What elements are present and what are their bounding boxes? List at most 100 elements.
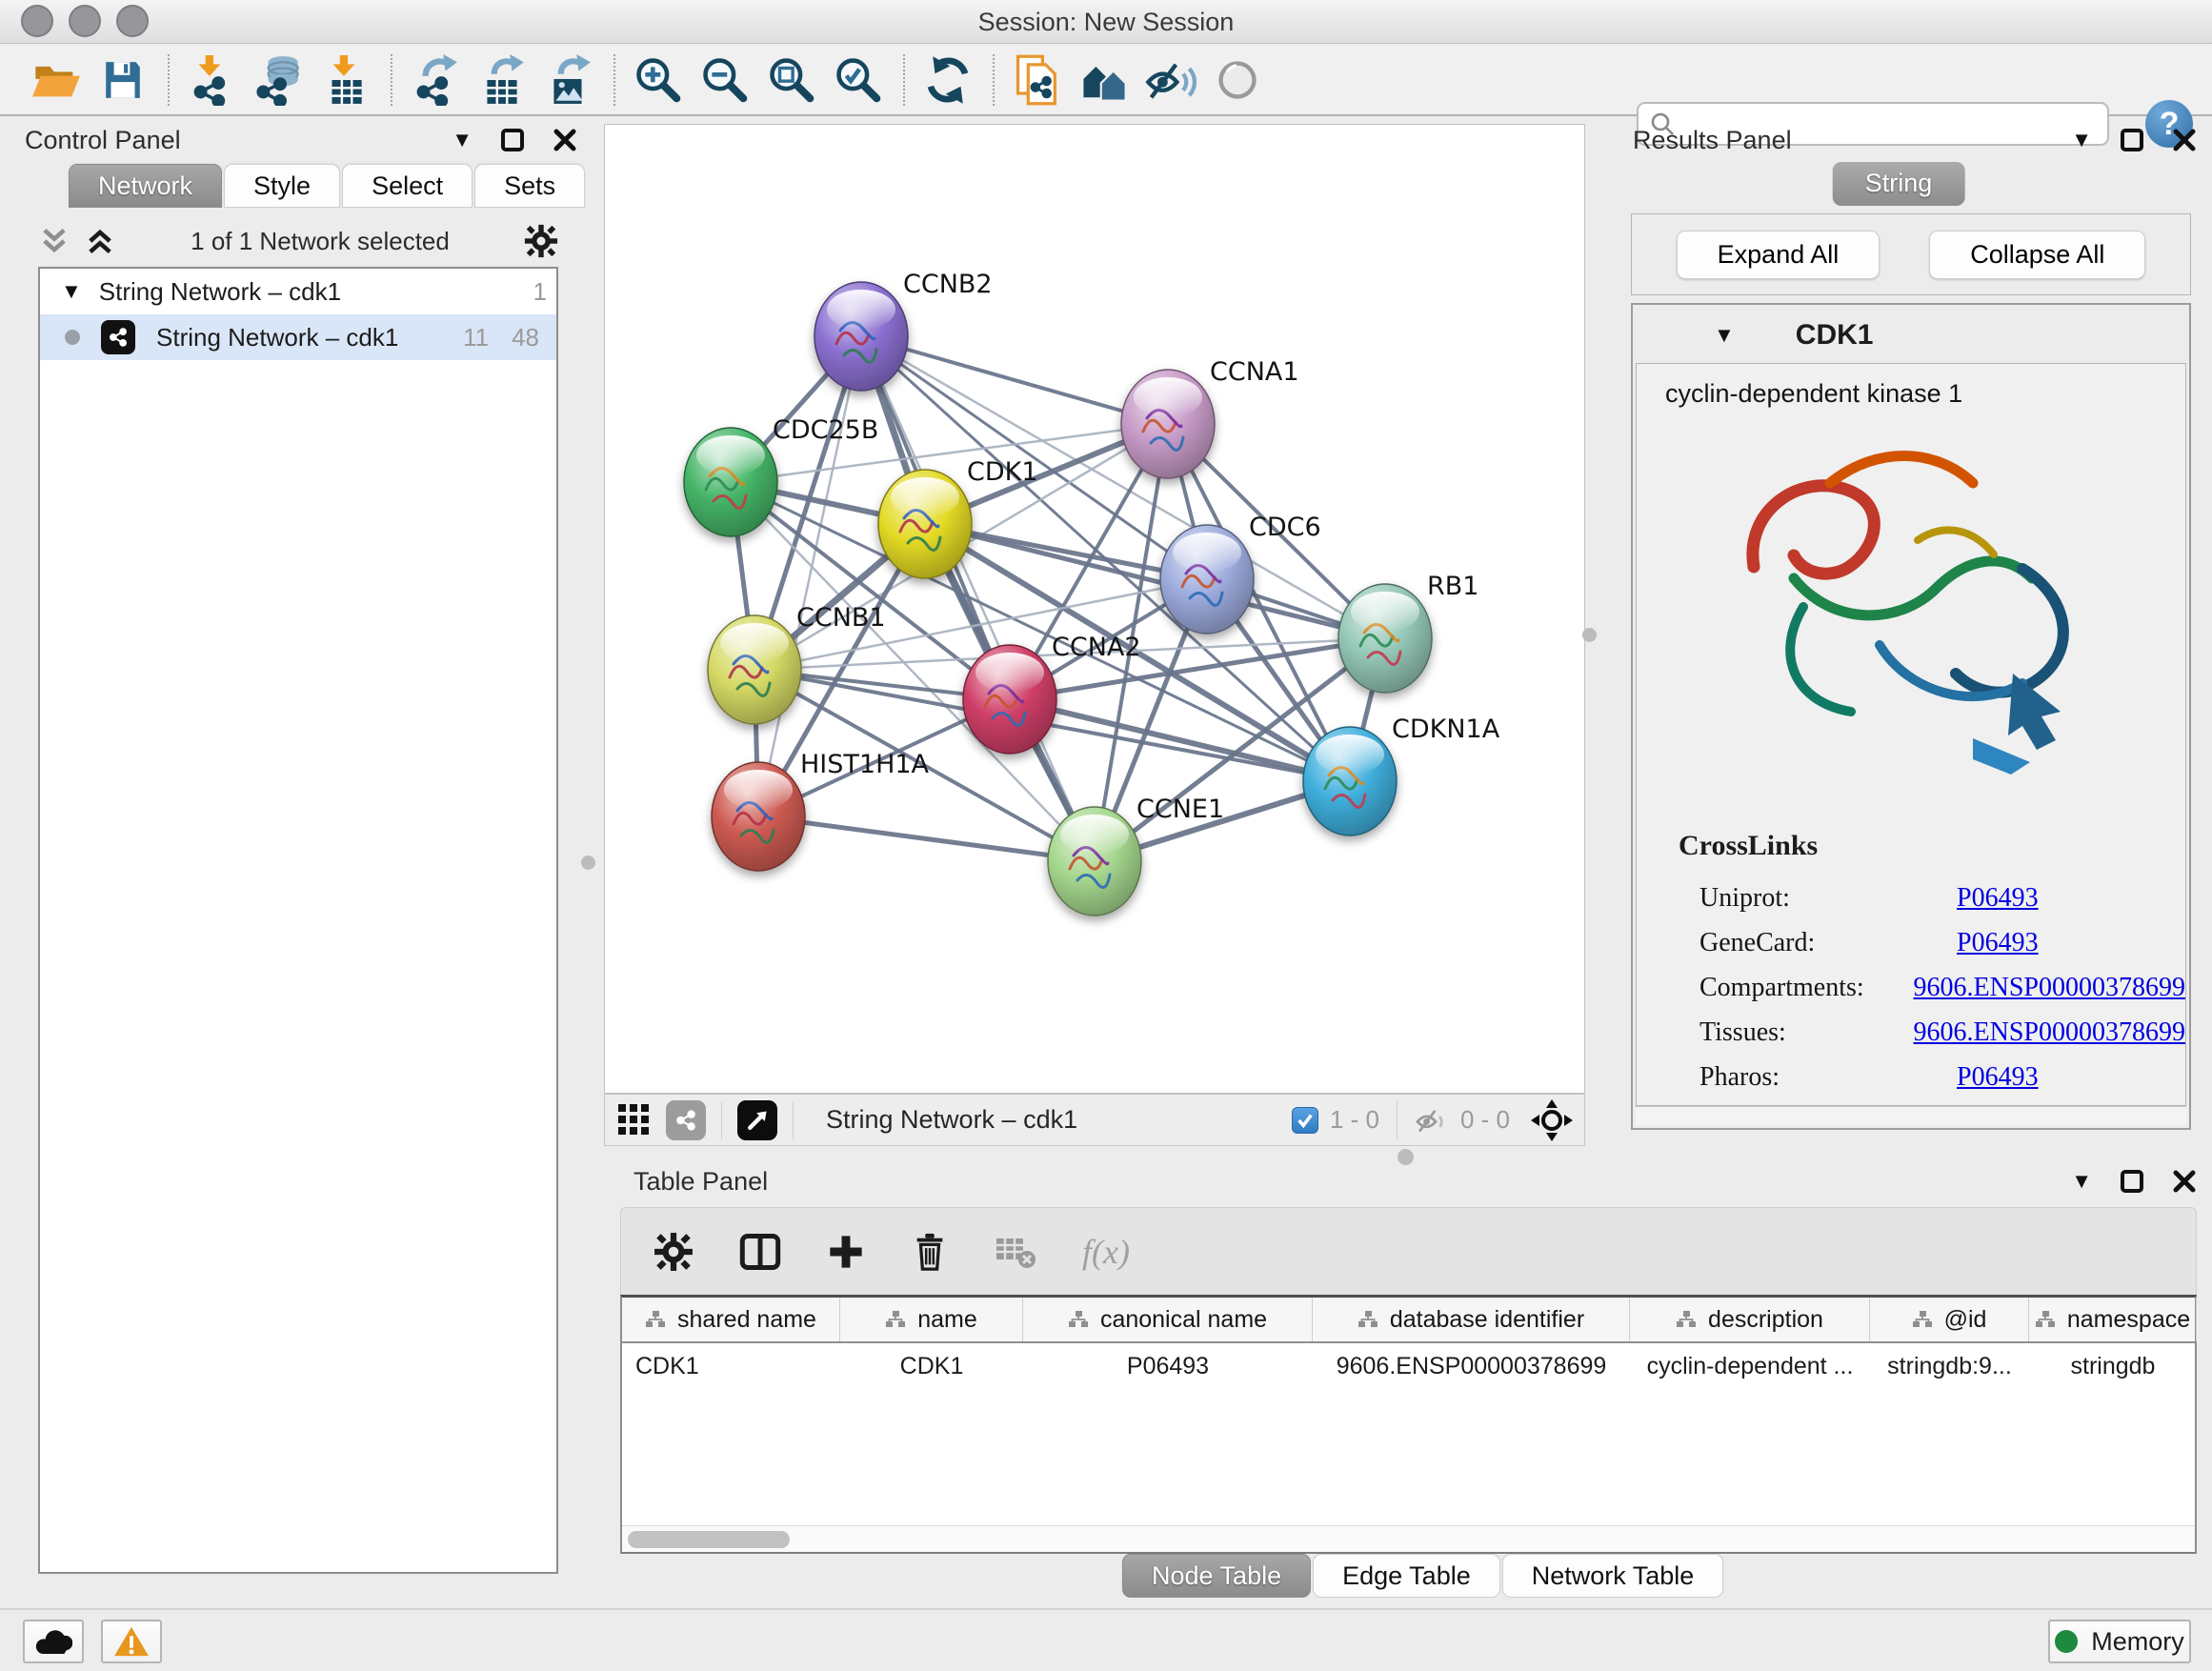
crosslink-link[interactable]: P06493 xyxy=(1957,928,2039,958)
collapse-triangle-icon[interactable]: ▼ xyxy=(61,279,82,304)
column-header-canonical-name[interactable]: canonical name xyxy=(1023,1298,1313,1341)
gear-icon[interactable] xyxy=(524,224,558,258)
crosslink-link[interactable]: 9606.ENSP00000378699 xyxy=(1914,973,2185,1003)
delete-column-icon[interactable] xyxy=(911,1232,949,1272)
expand-all-icon[interactable] xyxy=(84,225,116,257)
table-cell[interactable]: 9606.ENSP00000378699 xyxy=(1313,1353,1630,1380)
open-session-button[interactable] xyxy=(29,51,84,109)
sphere-button[interactable] xyxy=(1210,51,1265,109)
network-file-button[interactable] xyxy=(1010,51,1065,109)
apply-layout-button[interactable] xyxy=(920,51,975,109)
tab-network-table[interactable]: Network Table xyxy=(1502,1554,1724,1598)
network-graph[interactable]: CCNB2CCNA1CDC25BCDK1CDC6RB1CCNB1CCNA2CDK… xyxy=(605,125,1584,1093)
cloud-status-button[interactable] xyxy=(23,1620,84,1663)
network-edge-CCNE1-HIST1H1A[interactable] xyxy=(758,816,1095,861)
tab-string[interactable]: String xyxy=(1833,162,1965,206)
table-cell[interactable]: stringdb:9... xyxy=(1870,1353,2029,1380)
birdseye-view-button[interactable] xyxy=(737,1100,777,1140)
table-row[interactable]: CDK1CDK1P064939606.ENSP00000378699cyclin… xyxy=(622,1343,2195,1389)
network-canvas[interactable]: CCNB2CCNA1CDC25BCDK1CDC6RB1CCNB1CCNA2CDK… xyxy=(604,124,1585,1094)
selected-checkbox[interactable] xyxy=(1292,1107,1318,1134)
expand-all-button[interactable]: Expand All xyxy=(1677,231,1880,279)
hide-unhide-button[interactable] xyxy=(1143,51,1198,109)
delete-table-icon[interactable] xyxy=(995,1235,1036,1269)
float-panel-icon[interactable] xyxy=(2121,1170,2143,1193)
panel-menu-icon[interactable]: ▼ xyxy=(452,130,473,151)
home-pages-button[interactable] xyxy=(1076,51,1132,109)
memory-button[interactable]: Memory xyxy=(2048,1620,2191,1663)
zoom-out-button[interactable] xyxy=(697,51,753,109)
column-header--id[interactable]: @id xyxy=(1870,1298,2029,1341)
table-cell[interactable]: P06493 xyxy=(1023,1353,1313,1380)
scrollbar-thumb[interactable] xyxy=(628,1531,790,1548)
collapse-triangle-icon[interactable]: ▼ xyxy=(1714,325,1735,346)
share-network-button[interactable] xyxy=(666,1100,706,1140)
export-table-button[interactable] xyxy=(474,51,530,109)
network-node-CCNA1[interactable]: CCNA1 xyxy=(1121,357,1299,478)
network-node-CCNB2[interactable]: CCNB2 xyxy=(814,270,993,391)
import-network-button[interactable] xyxy=(185,51,240,109)
panel-menu-icon[interactable]: ▼ xyxy=(2071,1171,2092,1192)
vertical-splitter-handle[interactable] xyxy=(1582,628,1597,642)
tab-edge-table[interactable]: Edge Table xyxy=(1313,1554,1500,1598)
vertical-splitter-handle[interactable] xyxy=(581,856,595,870)
crosslink-link[interactable]: P06493 xyxy=(1957,883,2039,914)
column-header-namespace[interactable]: namespace xyxy=(2029,1298,2197,1341)
network-edge-CCNB2-CCNE1[interactable] xyxy=(861,336,1095,861)
table-cell[interactable]: cyclin-dependent ... xyxy=(1630,1353,1870,1380)
results-scroll-area: ▼ CDK1 cyclin-dependent kinase 1 xyxy=(1631,303,2191,1130)
export-network-button[interactable] xyxy=(408,51,463,109)
crosslink-link[interactable]: 9606.ENSP00000378699 xyxy=(1914,1017,2185,1048)
import-network-from-database-button[interactable] xyxy=(251,51,307,109)
function-builder-button[interactable]: f(x) xyxy=(1082,1232,1130,1272)
zoom-in-button[interactable] xyxy=(631,51,686,109)
network-node-CCNE1[interactable]: CCNE1 xyxy=(1048,795,1224,916)
zoom-fit-icon xyxy=(768,56,815,104)
float-panel-icon[interactable] xyxy=(501,129,524,151)
horizontal-splitter-handle[interactable] xyxy=(1398,1149,1414,1165)
columns-icon[interactable] xyxy=(739,1233,781,1271)
panel-menu-icon[interactable]: ▼ xyxy=(2071,130,2092,151)
tab-select[interactable]: Select xyxy=(342,164,473,208)
collapse-all-button[interactable]: Collapse All xyxy=(1929,231,2145,279)
crosslink-link[interactable]: P06493 xyxy=(1957,1062,2039,1093)
add-column-icon[interactable] xyxy=(827,1233,865,1271)
column-header-description[interactable]: description xyxy=(1630,1298,1870,1341)
table-cell[interactable]: CDK1 xyxy=(840,1353,1023,1380)
refresh-icon xyxy=(922,54,974,106)
save-session-button[interactable] xyxy=(95,51,151,109)
gear-icon[interactable] xyxy=(654,1232,694,1272)
tab-node-table[interactable]: Node Table xyxy=(1122,1554,1311,1598)
column-header-name[interactable]: name xyxy=(840,1298,1023,1341)
close-panel-icon[interactable] xyxy=(553,128,577,152)
network-node-RB1[interactable]: RB1 xyxy=(1338,572,1478,693)
grid-icon[interactable] xyxy=(616,1102,653,1138)
network-edge-CCNB2-HIST1H1A[interactable] xyxy=(758,336,861,816)
network-node-CDKN1A[interactable]: CDKN1A xyxy=(1303,715,1500,836)
table-cell[interactable]: CDK1 xyxy=(622,1353,840,1380)
table-cell[interactable]: stringdb xyxy=(2029,1353,2197,1380)
zoom-fit-button[interactable] xyxy=(764,51,819,109)
warning-status-button[interactable] xyxy=(101,1620,162,1663)
results-scrollbar[interactable] xyxy=(1636,1106,2186,1125)
close-panel-icon[interactable] xyxy=(2172,128,2197,152)
table-horizontal-scrollbar[interactable] xyxy=(622,1525,2195,1552)
close-panel-icon[interactable] xyxy=(2172,1169,2197,1194)
network-node-CDK1[interactable]: CDK1 xyxy=(878,457,1038,578)
tab-style[interactable]: Style xyxy=(224,164,340,208)
zoom-selected-button[interactable] xyxy=(831,51,886,109)
protein-section-header[interactable]: ▼ CDK1 xyxy=(1636,308,2186,363)
tab-sets[interactable]: Sets xyxy=(474,164,585,208)
import-table-button[interactable] xyxy=(318,51,373,109)
fit-content-icon[interactable] xyxy=(1531,1099,1573,1141)
export-image-button[interactable] xyxy=(541,51,596,109)
network-row[interactable]: String Network – cdk1 11 48 xyxy=(40,314,556,360)
collapse-all-icon[interactable] xyxy=(38,225,70,257)
tab-network[interactable]: Network xyxy=(69,164,222,208)
float-panel-icon[interactable] xyxy=(2121,129,2143,151)
column-header-database-identifier[interactable]: database identifier xyxy=(1313,1298,1630,1341)
network-node-HIST1H1A[interactable]: HIST1H1A xyxy=(712,750,930,871)
column-header-shared-name[interactable]: shared name xyxy=(622,1298,840,1341)
network-collection-row[interactable]: ▼ String Network – cdk1 1 xyxy=(40,269,556,314)
network-view-title: String Network – cdk1 xyxy=(826,1105,1077,1135)
